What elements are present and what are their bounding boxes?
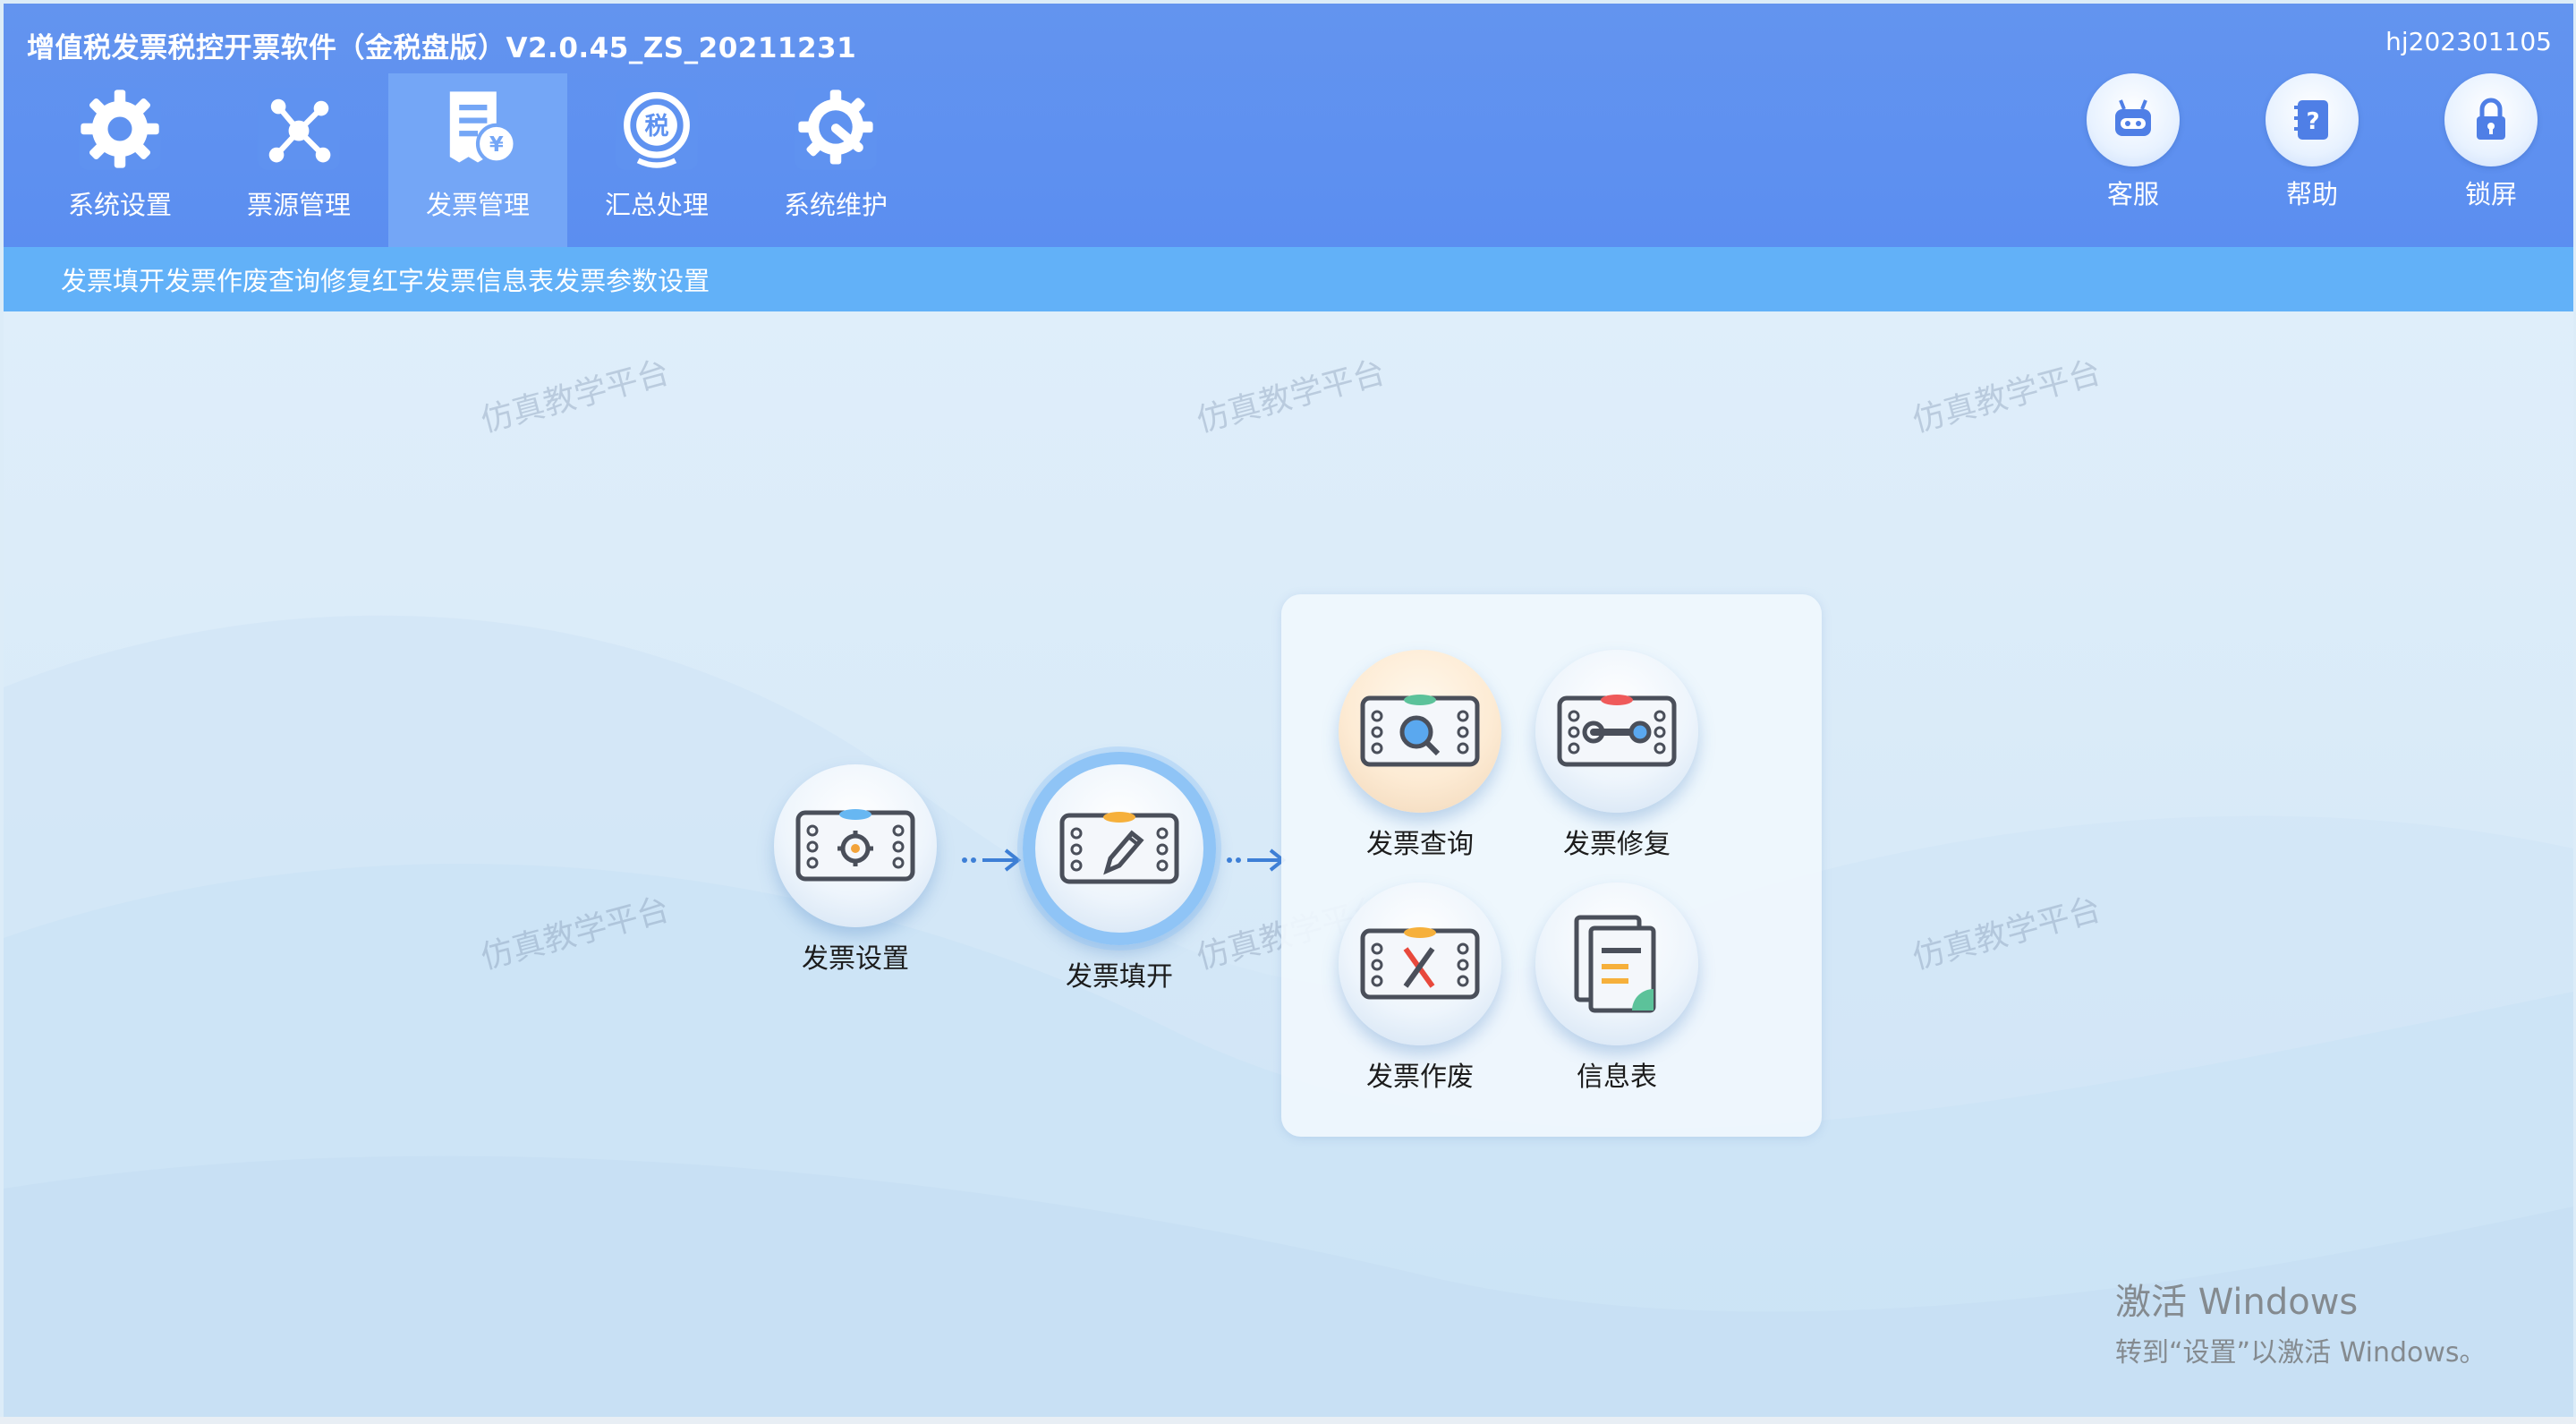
invoice-repair-label: 发票修复 [1563,829,1671,860]
app-window: 增值税发票税控开票软件（金税盘版）V2.0.45_ZS_20211231 hj2… [4,4,2573,1417]
tool-label: 锁屏 [2464,179,2517,209]
network-icon [249,79,349,179]
svg-text:税: 税 [644,113,668,141]
invoice-settings-icon [774,764,937,927]
invoice-fill-label: 发票填开 [1066,961,1173,993]
robot-icon [2087,73,2180,166]
invoice-void-node[interactable]: 发票作废 [1339,883,1501,1094]
nav-item-system-settings[interactable]: 系统设置 [30,73,209,247]
bottom-edge [0,1417,2576,1424]
info-table-label: 信息表 [1577,1062,1657,1093]
wrench-gear-icon [786,79,886,179]
tax-summary-icon: 税 [607,79,707,179]
info-table-node[interactable]: 信息表 [1535,883,1698,1094]
help-book-icon: ? [2266,73,2359,166]
main-nav: 系统设置 票源管理 ¥ 发票管理 税 汇总处理 系统维护 [30,73,925,247]
invoice-query-node[interactable]: 发票查询 [1339,650,1501,861]
invoice-query-label: 发票查询 [1366,829,1474,860]
nav-item-label: 汇总处理 [604,190,709,220]
invoice-setup-label: 发票设置 [802,943,909,975]
gear-icon [70,79,170,179]
subnav-item-invoice-params[interactable]: 发票参数设置 [554,260,710,298]
svg-text:?: ? [2306,108,2319,135]
invoice-search-icon [1339,650,1501,813]
invoice-setup-node[interactable]: 发票设置 [774,764,937,976]
help-button[interactable]: ? 帮助 [2266,73,2359,211]
subnav-item-invoice-fill[interactable]: 发票填开 [61,260,165,298]
nav-item-label: 系统维护 [783,190,888,220]
customer-service-button[interactable]: 客服 [2087,73,2180,211]
invoice-repair-node[interactable]: 发票修复 [1535,650,1698,861]
top-header: 增值税发票税控开票软件（金税盘版）V2.0.45_ZS_20211231 hj2… [4,4,2573,247]
activation-title: 激活 Windows [2115,1282,2359,1323]
nav-item-ticket-source[interactable]: 票源管理 [209,73,388,247]
invoice-edit-icon [1023,752,1216,945]
document-list-icon [1535,883,1698,1045]
invoice-icon: ¥ [428,79,528,179]
subnav-item-red-invoice-info[interactable]: 红字发票信息表 [372,260,554,298]
invoice-repair-icon [1535,650,1698,813]
tool-label: 客服 [2106,179,2159,209]
lock-icon [2444,73,2538,166]
activation-hint: 转到“设置”以激活 Windows。 [2115,1337,2487,1369]
windows-activation-notice: 激活 Windows 转到“设置”以激活 Windows。 [2115,1273,2487,1369]
invoice-void-icon [1339,883,1501,1045]
lock-screen-button[interactable]: 锁屏 [2444,73,2538,211]
nav-item-invoice-management[interactable]: ¥ 发票管理 [388,73,567,247]
invoice-void-label: 发票作废 [1366,1062,1474,1093]
account-id: hj202301105 [2385,27,2552,56]
nav-item-system-maintenance[interactable]: 系统维护 [746,73,925,247]
nav-item-label: 发票管理 [425,190,530,220]
right-tools: 客服 ? 帮助 锁屏 [2087,73,2538,211]
sub-nav: 发票填开 发票作废 查询修复 红字发票信息表 发票参数设置 [4,247,2573,311]
dotted-arrow-icon [1227,848,1287,872]
subnav-item-invoice-void[interactable]: 发票作废 [165,260,268,298]
dotted-arrow-icon [962,848,1022,872]
nav-item-label: 系统设置 [67,190,172,220]
invoice-fill-node[interactable]: 发票填开 [1023,752,1216,993]
tool-label: 帮助 [2285,179,2338,209]
app-title: 增值税发票税控开票软件（金税盘版）V2.0.45_ZS_20211231 [27,32,857,64]
svg-text:¥: ¥ [489,133,504,157]
nav-item-label: 票源管理 [246,190,351,220]
subnav-item-query-repair[interactable]: 查询修复 [268,260,372,298]
nav-item-summary[interactable]: 税 汇总处理 [567,73,746,247]
